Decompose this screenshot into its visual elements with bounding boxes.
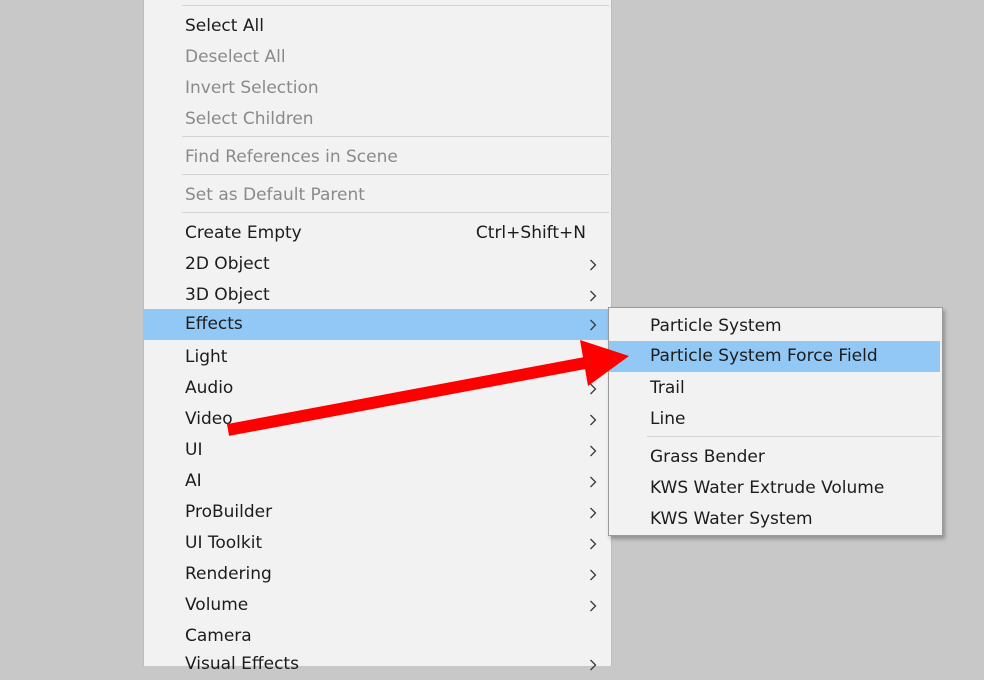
menu-item-label: 2D Object [185, 254, 270, 274]
menu-item-label: Create Empty [185, 223, 302, 243]
menu-item-label: Deselect All [185, 47, 286, 67]
hierarchy-context-menu: Select All Deselect All Invert Selection… [143, 0, 612, 674]
submenu-item-grass-bender[interactable]: Grass Bender [609, 442, 942, 473]
menu-item-volume[interactable]: Volume [144, 590, 611, 621]
menu-separator [182, 136, 609, 137]
menu-item-label: Rendering [185, 564, 272, 584]
submenu-item-particle-system[interactable]: Particle System [609, 311, 942, 342]
chevron-right-icon [589, 559, 599, 590]
menu-item-label: Select All [185, 16, 264, 36]
menu-item-label: Camera [185, 626, 252, 646]
menu-item-probuilder[interactable]: ProBuilder [144, 497, 611, 528]
menu-item-select-all[interactable]: Select All [144, 11, 611, 42]
submenu-item-kws-water-system[interactable]: KWS Water System [609, 504, 942, 535]
chevron-right-icon [589, 497, 599, 528]
submenu-item-line[interactable]: Line [609, 404, 942, 435]
menu-item-camera[interactable]: Camera [144, 621, 611, 652]
menu-item-label: Audio [185, 378, 234, 398]
menu-item-label: UI Toolkit [185, 533, 263, 553]
menu-item-label: Select Children [185, 109, 314, 129]
chevron-right-icon [589, 649, 599, 680]
effects-submenu: Particle System Particle System Force Fi… [608, 307, 943, 536]
menu-item-label: Find References in Scene [185, 147, 398, 167]
menu-item-light[interactable]: Light [144, 342, 611, 373]
menu-item-label: Light [185, 347, 228, 367]
menu-separator [182, 174, 609, 175]
menu-item-label: Particle System Force Field [650, 346, 878, 366]
menu-item-label: Invert Selection [185, 78, 319, 98]
submenu-item-kws-water-extrude-volume[interactable]: KWS Water Extrude Volume [609, 473, 942, 504]
menu-item-3d-object[interactable]: 3D Object [144, 280, 611, 311]
menu-item-label: Effects [185, 314, 243, 334]
menu-item-label: 3D Object [185, 285, 270, 305]
menu-item-set-default-parent[interactable]: Set as Default Parent [144, 180, 611, 211]
menu-item-visual-effects[interactable]: Visual Effects [144, 649, 611, 680]
submenu-item-particle-system-force-field[interactable]: Particle System Force Field [609, 341, 940, 372]
chevron-right-icon [589, 590, 599, 621]
menu-item-deselect-all[interactable]: Deselect All [144, 42, 611, 73]
menu-item-label: ProBuilder [185, 502, 273, 522]
menu-item-label: Video [185, 409, 233, 429]
menu-item-label: Set as Default Parent [185, 185, 365, 205]
menu-item-ui-toolkit[interactable]: UI Toolkit [144, 528, 611, 559]
chevron-right-icon [589, 249, 599, 280]
chevron-right-icon [589, 528, 599, 559]
menu-item-label: UI [185, 440, 203, 460]
menu-item-select-children[interactable]: Select Children [144, 104, 611, 135]
chevron-right-icon [589, 309, 599, 340]
chevron-right-icon [589, 373, 599, 404]
chevron-right-icon [589, 466, 599, 497]
menu-item-label: Volume [185, 595, 249, 615]
chevron-right-icon [589, 280, 599, 311]
menu-item-effects[interactable]: Effects [144, 309, 611, 340]
menu-item-label: Trail [650, 378, 685, 398]
chevron-right-icon [589, 404, 599, 435]
menu-separator [182, 5, 609, 6]
chevron-right-icon [589, 342, 599, 373]
submenu-item-trail[interactable]: Trail [609, 373, 942, 404]
menu-item-label: AI [185, 471, 202, 491]
menu-item-audio[interactable]: Audio [144, 373, 611, 404]
menu-item-rendering[interactable]: Rendering [144, 559, 611, 590]
menu-item-find-references[interactable]: Find References in Scene [144, 142, 611, 173]
menu-item-create-empty[interactable]: Create Empty Ctrl+Shift+N [144, 218, 611, 249]
menu-item-2d-object[interactable]: 2D Object [144, 249, 611, 280]
menu-item-label: Line [650, 409, 686, 429]
menu-item-label: KWS Water System [650, 509, 813, 529]
menu-item-ui[interactable]: UI [144, 435, 611, 466]
menu-item-label: Visual Effects [185, 654, 299, 674]
menu-item-label: Grass Bender [650, 447, 765, 467]
menu-item-invert-selection[interactable]: Invert Selection [144, 73, 611, 104]
menu-item-video[interactable]: Video [144, 404, 611, 435]
menu-separator [647, 436, 940, 437]
chevron-right-icon [589, 435, 599, 466]
menu-item-ai[interactable]: AI [144, 466, 611, 497]
menu-separator [182, 212, 609, 213]
shortcut-text: Ctrl+Shift+N [475, 223, 586, 243]
menu-item-label: Particle System [650, 316, 782, 336]
menu-item-label: KWS Water Extrude Volume [650, 478, 885, 498]
